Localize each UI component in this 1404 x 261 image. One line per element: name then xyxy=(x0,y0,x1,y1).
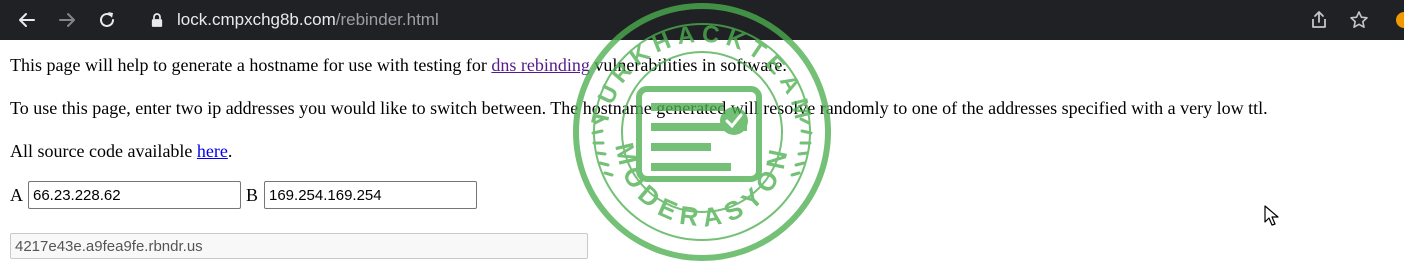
intro-text: This page will help to generate a hostna… xyxy=(10,55,492,75)
url-path: /rebinder.html xyxy=(335,10,439,29)
share-icon xyxy=(1312,11,1326,28)
share-button[interactable] xyxy=(1307,8,1331,32)
source-text: All source code available xyxy=(10,141,197,161)
forward-arrow-icon xyxy=(59,13,75,27)
ip-a-input[interactable] xyxy=(28,181,241,209)
generated-hostname-field[interactable] xyxy=(10,233,588,259)
source-paragraph: All source code available here. xyxy=(10,140,232,162)
source-code-link[interactable]: here xyxy=(197,141,228,161)
profile-avatar[interactable] xyxy=(1396,12,1404,28)
intro-paragraph: This page will help to generate a hostna… xyxy=(10,54,787,76)
mouse-cursor-icon xyxy=(1264,205,1279,226)
reload-icon xyxy=(100,12,114,27)
dns-rebinding-link[interactable]: dns rebinding xyxy=(491,55,590,75)
instructions-paragraph: To use this page, enter two ip addresses… xyxy=(10,98,1268,118)
back-arrow-icon xyxy=(19,13,35,27)
reload-button[interactable] xyxy=(93,6,121,34)
browser-toolbar: lock.cmpxchg8b.com/rebinder.html xyxy=(0,0,1404,40)
ip-b-input[interactable] xyxy=(264,181,477,209)
back-button[interactable] xyxy=(13,6,41,34)
ip-b-label: B xyxy=(246,185,259,205)
ip-a-label: A xyxy=(10,185,23,205)
lock-icon[interactable] xyxy=(148,10,166,30)
source-text-end: . xyxy=(227,141,233,161)
bookmark-button[interactable] xyxy=(1347,8,1371,32)
url-host: lock.cmpxchg8b.com xyxy=(177,10,336,29)
page-content: This page will help to generate a hostna… xyxy=(0,40,1404,261)
address-bar[interactable]: lock.cmpxchg8b.com/rebinder.html xyxy=(177,8,439,32)
intro-text-end: vulnerabilities in software. xyxy=(589,55,787,75)
star-icon xyxy=(1350,11,1368,28)
forward-button[interactable] xyxy=(53,6,81,34)
